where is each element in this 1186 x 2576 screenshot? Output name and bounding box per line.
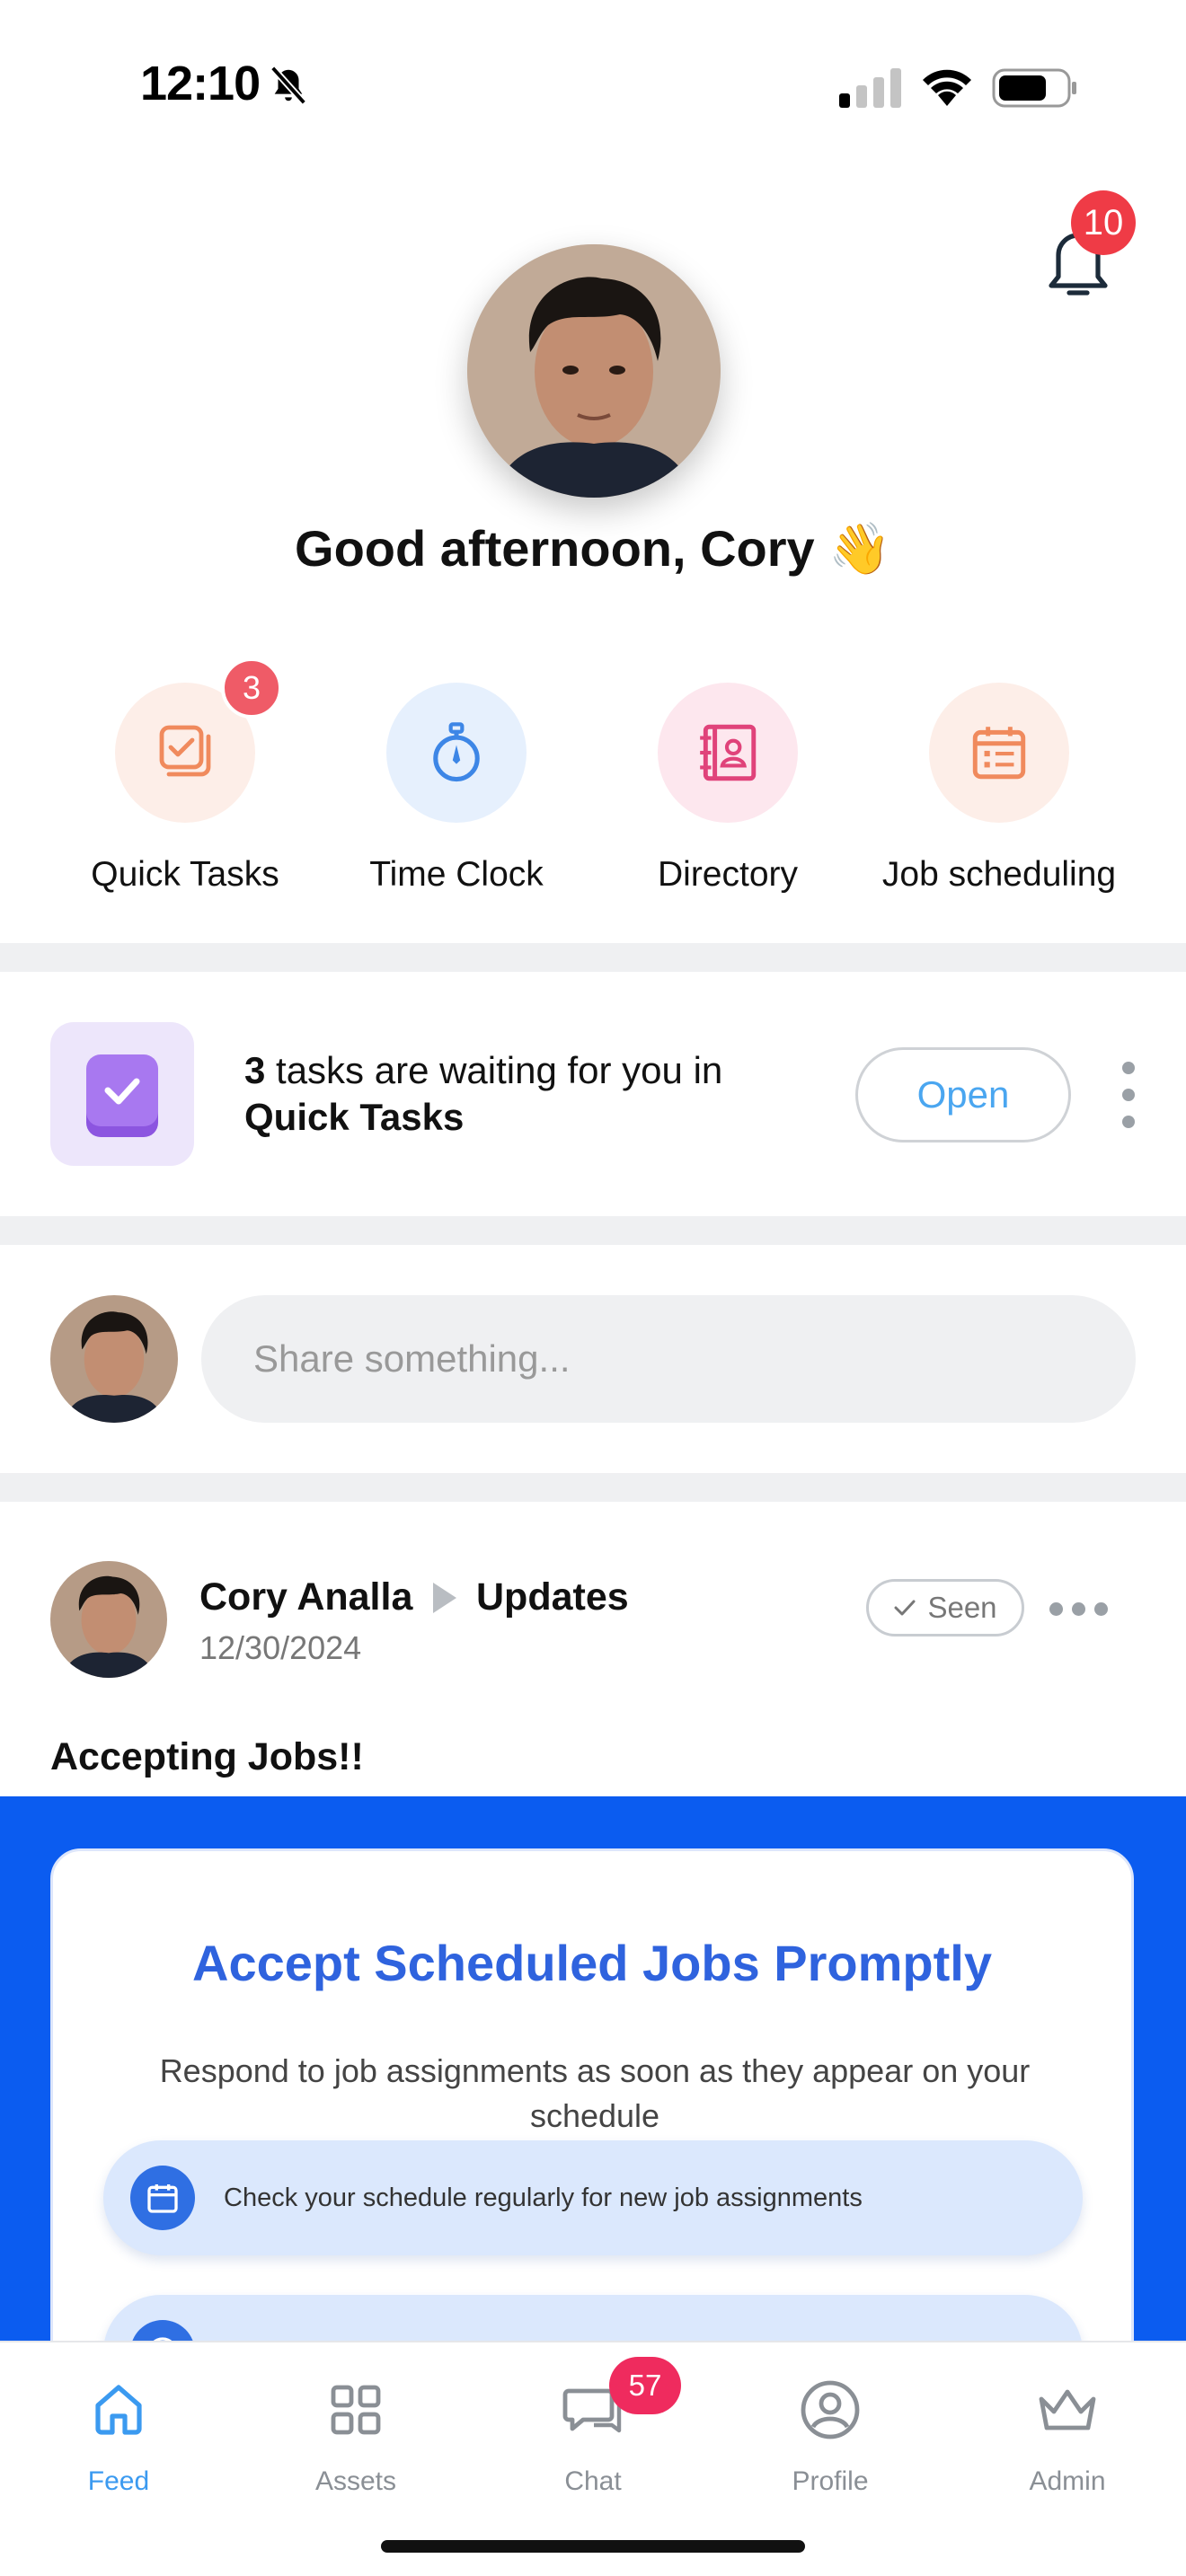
checkbox-icon bbox=[86, 1054, 158, 1137]
status-time: 12:10 bbox=[140, 57, 261, 110]
task-count: 3 bbox=[244, 1049, 266, 1091]
home-indicator bbox=[381, 2540, 805, 2553]
chat-badge: 57 bbox=[609, 2357, 681, 2414]
open-button[interactable]: Open bbox=[855, 1047, 1071, 1142]
post-image[interactable]: Accept Scheduled Jobs Promptly Respond t… bbox=[0, 1796, 1186, 2344]
grid-icon bbox=[331, 2385, 381, 2435]
greeting-text: Good afternoon, Cory 👋 bbox=[295, 520, 891, 577]
seen-label: Seen bbox=[927, 1591, 997, 1624]
calendar-icon bbox=[147, 2184, 178, 2213]
tab-chat-label: Chat bbox=[564, 2466, 622, 2496]
time-clock-label: Time Clock bbox=[369, 855, 544, 894]
promo-item bbox=[103, 2295, 1083, 2344]
tab-feed[interactable]: Feed bbox=[29, 2369, 208, 2497]
promo-item-text: Check your schedule regularly for new jo… bbox=[224, 2183, 863, 2212]
status-bar: 12:10 bbox=[0, 0, 1186, 171]
tab-assets-label: Assets bbox=[314, 2466, 397, 2496]
quick-tasks-label: Quick Tasks bbox=[91, 855, 279, 894]
post-more-icon[interactable] bbox=[1049, 1602, 1108, 1616]
share-input[interactable]: Share something... bbox=[201, 1295, 1136, 1423]
directory-action[interactable]: Directory bbox=[593, 683, 863, 895]
tab-admin-label: Admin bbox=[1029, 2466, 1106, 2496]
triangle-right-icon bbox=[433, 1583, 456, 1613]
section-divider bbox=[0, 1216, 1186, 1245]
quick-tasks-action[interactable]: 3 Quick Tasks bbox=[50, 657, 320, 895]
section-divider bbox=[0, 943, 1186, 972]
tab-profile[interactable]: Profile bbox=[740, 2369, 920, 2497]
composer-avatar bbox=[50, 1295, 178, 1423]
directory-label: Directory bbox=[657, 855, 799, 894]
job-scheduling-label: Job scheduling bbox=[881, 855, 1117, 894]
section-divider bbox=[0, 1473, 1186, 1502]
home-icon bbox=[95, 2385, 142, 2435]
battery-icon bbox=[992, 68, 1076, 108]
promo-subtext: Respond to job assignments as soon as th… bbox=[159, 2052, 1031, 2134]
task-app-name: Quick Tasks bbox=[244, 1096, 465, 1138]
promo-item: Check your schedule regularly for new jo… bbox=[103, 2140, 1083, 2255]
bell-off-icon bbox=[270, 66, 307, 105]
tab-feed-label: Feed bbox=[87, 2466, 150, 2496]
wifi-icon bbox=[923, 69, 971, 106]
promo-headline: Accept Scheduled Jobs Promptly bbox=[192, 1935, 992, 1991]
post-title: Accepting Jobs!! bbox=[50, 1735, 364, 1778]
tab-admin[interactable]: Admin bbox=[978, 2369, 1157, 2497]
tab-assets[interactable]: Assets bbox=[266, 2369, 446, 2497]
task-message: 3 tasks are waiting for you in Quick Tas… bbox=[244, 1047, 722, 1141]
seen-chip[interactable]: Seen bbox=[866, 1579, 1024, 1636]
post-author-name[interactable]: Cory Analla bbox=[199, 1575, 412, 1619]
job-scheduling-action[interactable]: Job scheduling bbox=[864, 683, 1134, 895]
tasks-icon bbox=[159, 725, 211, 777]
crown-icon bbox=[1039, 2389, 1096, 2430]
task-message-text: tasks are waiting for you in bbox=[265, 1049, 723, 1091]
post-author-avatar[interactable] bbox=[50, 1561, 167, 1678]
promo-card: Accept Scheduled Jobs Promptly Respond t… bbox=[50, 1848, 1134, 2344]
profile-icon bbox=[801, 2380, 860, 2439]
post-date: 12/30/2024 bbox=[199, 1629, 362, 1666]
calendar-list-icon bbox=[972, 727, 1026, 780]
stopwatch-icon bbox=[433, 722, 480, 782]
tab-profile-label: Profile bbox=[792, 2466, 869, 2496]
post-channel-name[interactable]: Updates bbox=[476, 1575, 629, 1619]
time-clock-action[interactable]: Time Clock bbox=[322, 683, 591, 895]
tab-chat[interactable]: 57 Chat bbox=[503, 2357, 683, 2497]
quick-tasks-badge: 3 bbox=[221, 657, 282, 719]
profile-avatar[interactable] bbox=[467, 244, 721, 498]
more-options-icon[interactable] bbox=[1120, 1062, 1137, 1130]
quick-actions: 3 Quick Tasks Time Clock Directory Job s… bbox=[0, 657, 1186, 898]
notification-badge: 10 bbox=[1071, 190, 1136, 255]
quick-tasks-app-icon bbox=[50, 1022, 194, 1166]
checkmark-icon bbox=[894, 1600, 916, 1616]
cellular-signal-icon bbox=[839, 68, 901, 108]
directory-icon bbox=[700, 724, 757, 781]
